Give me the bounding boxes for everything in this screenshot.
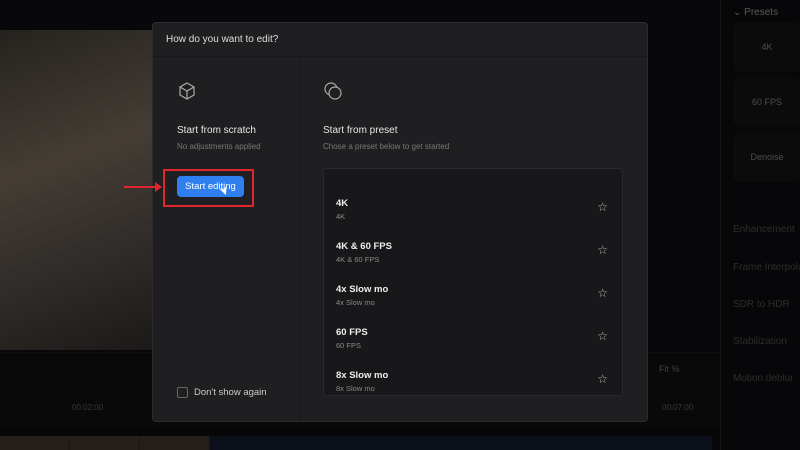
preset-name: 4K & 60 FPS	[336, 241, 392, 252]
preset-desc: 4K & 60 FPS	[336, 255, 380, 264]
overlapping-circles-icon	[324, 82, 342, 100]
preset-desc: 4K	[336, 212, 346, 221]
preset-item[interactable]: 8x Slow mo 8x Slow mo ☆	[324, 370, 622, 410]
scratch-title: Start from scratch	[177, 125, 256, 136]
arrow-annotation-icon	[124, 182, 162, 192]
preset-title: Start from preset	[323, 125, 398, 136]
star-icon[interactable]: ☆	[597, 286, 608, 300]
preset-desc: 8x Slow mo	[336, 384, 375, 393]
cube-icon	[179, 82, 195, 100]
star-icon[interactable]: ☆	[597, 200, 608, 214]
preset-name: 4K	[336, 198, 349, 209]
preset-subtitle: Chose a preset below to get started	[323, 142, 450, 151]
divider	[153, 56, 647, 57]
star-icon[interactable]: ☆	[597, 372, 608, 386]
divider	[300, 57, 301, 423]
preset-name: 4x Slow mo	[336, 284, 389, 295]
dialog-title: How do you want to edit?	[166, 34, 279, 45]
preset-item[interactable]: 60 FPS 60 FPS ☆	[324, 327, 622, 367]
dont-show-again-checkbox[interactable]	[177, 387, 188, 398]
preset-list: 4K 4K ☆ 4K & 60 FPS 4K & 60 FPS ☆ 4x Slow mo…	[323, 168, 623, 396]
preset-name: 8x Slow mo	[336, 370, 389, 381]
scratch-subtitle: No adjustments applied	[177, 142, 261, 151]
preset-item[interactable]: 4K & 60 FPS 4K & 60 FPS ☆	[324, 241, 622, 281]
preset-name: 60 FPS	[336, 327, 368, 338]
preset-item[interactable]: 4K 4K ☆	[324, 198, 622, 238]
preset-desc: 60 FPS	[336, 341, 362, 350]
star-icon[interactable]: ☆	[597, 243, 608, 257]
highlight-box	[163, 169, 254, 207]
edit-mode-dialog: How do you want to edit? Start from scra…	[152, 22, 648, 423]
dont-show-again-label[interactable]: Don't show again	[194, 387, 267, 398]
star-icon[interactable]: ☆	[597, 329, 608, 343]
preset-item[interactable]: 4x Slow mo 4x Slow mo ☆	[324, 284, 622, 324]
preset-desc: 4x Slow mo	[336, 298, 375, 307]
